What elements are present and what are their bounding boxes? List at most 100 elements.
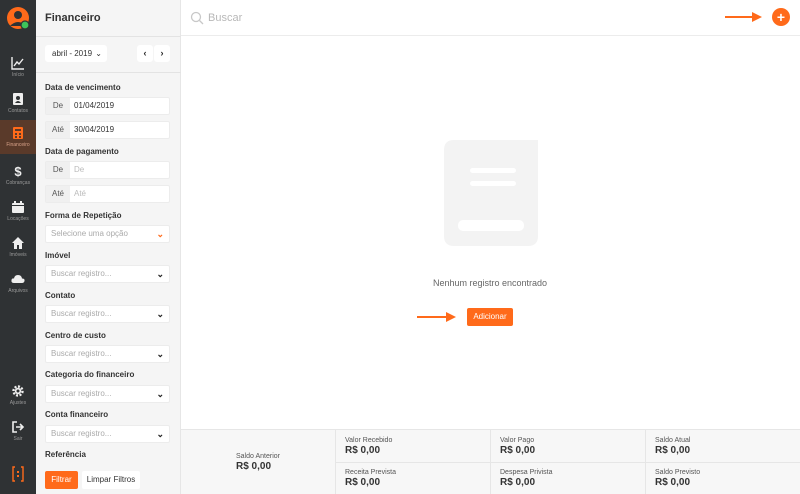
- to-prefix: Até: [46, 122, 70, 138]
- summary-label: Valor Recebido: [345, 437, 393, 444]
- chevron-down-icon: ⌄: [156, 349, 164, 359]
- chevron-down-icon: ⌄: [95, 49, 102, 58]
- app-logo-icon[interactable]: [6, 6, 30, 30]
- calculator-icon: [13, 127, 23, 139]
- dollar-icon: $: [14, 164, 22, 178]
- empty-message: Nenhum registro encontrado: [432, 278, 548, 288]
- filter-button[interactable]: Filtrar: [45, 471, 78, 489]
- summary-value: R$ 0,00: [500, 445, 536, 456]
- icon-rail: Início Contatos Financeiro $ Cobranças L…: [0, 0, 36, 494]
- rail-label: Início: [12, 72, 24, 78]
- due-date-label: Data de vencimento: [45, 83, 121, 92]
- rail-item-arquivos[interactable]: Arquivos: [0, 266, 36, 300]
- rail-item-locacoes[interactable]: Locações: [0, 194, 36, 228]
- rail-label: Sair: [13, 436, 23, 442]
- rail-item-financeiro[interactable]: Financeiro: [0, 120, 36, 154]
- summary-expected-expense: Despesa Privista R$ 0,00: [491, 463, 645, 494]
- chevron-down-icon: ⌄: [156, 389, 164, 399]
- summary-bar: Saldo Anterior R$ 0,00 Valor Recebido R$…: [181, 429, 800, 494]
- payment-date-from-field[interactable]: De De: [45, 161, 170, 179]
- cost-center-placeholder: Buscar registro...: [51, 349, 112, 358]
- from-prefix: De: [46, 162, 70, 178]
- summary-label: Receita Prevista: [345, 469, 396, 476]
- payment-date-to-placeholder: Até: [74, 189, 87, 198]
- repetition-select[interactable]: Selecione uma opção ⌄: [45, 225, 170, 243]
- summary-paid: Valor Pago R$ 0,00: [491, 430, 645, 462]
- property-placeholder: Buscar registro...: [51, 269, 112, 278]
- account-search[interactable]: Buscar registro... ⌄: [45, 425, 170, 443]
- category-placeholder: Buscar registro...: [51, 389, 112, 398]
- logout-icon: [12, 421, 25, 433]
- brackets-icon[interactable]: [11, 466, 25, 482]
- rail-item-imoveis[interactable]: Imóveis: [0, 230, 36, 264]
- summary-label: Saldo Atual: [655, 437, 691, 444]
- search-icon: [190, 11, 204, 25]
- chevron-down-icon: ⌄: [156, 309, 164, 319]
- clear-filters-button[interactable]: Limpar Filtros: [82, 471, 140, 489]
- payment-date-from-placeholder: De: [74, 165, 85, 174]
- contact-search[interactable]: Buscar registro... ⌄: [45, 305, 170, 323]
- search-input[interactable]: [208, 9, 508, 27]
- due-date-from-value: 01/04/2019: [74, 101, 115, 110]
- chevron-down-icon: ⌄: [156, 429, 164, 439]
- summary-label: Valor Pago: [500, 437, 535, 444]
- chevron-down-icon: ⌄: [156, 269, 164, 279]
- due-date-from-field[interactable]: De 01/04/2019: [45, 97, 170, 115]
- cost-center-search[interactable]: Buscar registro... ⌄: [45, 345, 170, 363]
- cost-center-label: Centro de custo: [45, 331, 106, 340]
- contact-icon: [13, 93, 23, 105]
- rail-label: Contatos: [7, 108, 28, 114]
- top-bar: +: [181, 0, 800, 36]
- summary-value: R$ 0,00: [500, 477, 536, 488]
- category-search[interactable]: Buscar registro... ⌄: [45, 385, 170, 403]
- prev-month-button[interactable]: ‹: [137, 45, 153, 62]
- rail-item-contatos[interactable]: Contatos: [0, 86, 36, 120]
- summary-label: Saldo Previsto: [655, 469, 701, 476]
- month-selector[interactable]: abril - 2019 ⌄: [45, 45, 107, 62]
- next-month-button[interactable]: ›: [154, 45, 170, 62]
- add-button[interactable]: Adicionar: [467, 308, 513, 326]
- svg-text:$: $: [14, 164, 22, 178]
- from-prefix: De: [46, 98, 70, 114]
- summary-value: R$ 0,00: [655, 477, 691, 488]
- filter-panel: Financeiro abril - 2019 ⌄ ‹ › Data de ve…: [36, 0, 181, 494]
- summary-value: R$ 0,00: [345, 445, 381, 456]
- chart-icon: [11, 57, 24, 70]
- summary-value: R$ 0,00: [655, 445, 691, 456]
- month-value: abril - 2019: [52, 49, 93, 58]
- rail-item-sair[interactable]: Sair: [0, 414, 36, 448]
- account-placeholder: Buscar registro...: [51, 429, 112, 438]
- rail-item-cobrancas[interactable]: $ Cobranças: [0, 158, 36, 192]
- due-date-to-field[interactable]: Até 30/04/2019: [45, 121, 170, 139]
- rail-item-ajustes[interactable]: Ajustes: [0, 378, 36, 412]
- rail-label: Financeiro: [6, 142, 30, 148]
- repetition-placeholder: Selecione uma opção: [51, 229, 128, 238]
- summary-expected-balance: Saldo Previsto R$ 0,00: [646, 463, 800, 494]
- repetition-label: Forma de Repetição: [45, 211, 122, 220]
- contact-label: Contato: [45, 291, 76, 300]
- calendar-icon: [12, 201, 24, 213]
- property-label: Imóvel: [45, 251, 71, 260]
- gear-icon: [12, 385, 24, 397]
- empty-document-icon: [444, 140, 538, 246]
- payment-date-label: Data de pagamento: [45, 147, 119, 156]
- rail-label: Arquivos: [8, 288, 28, 294]
- payment-date-to-field[interactable]: Até Até: [45, 185, 170, 203]
- summary-value: R$ 0,00: [236, 461, 272, 472]
- chevron-right-icon: ›: [160, 48, 164, 58]
- page-title: Financeiro: [45, 12, 101, 24]
- reference-label: Referência: [45, 450, 86, 459]
- rail-item-inicio[interactable]: Início: [0, 50, 36, 84]
- contact-placeholder: Buscar registro...: [51, 309, 112, 318]
- plus-icon: +: [776, 9, 786, 25]
- chevron-left-icon: ‹: [143, 48, 147, 58]
- add-record-button[interactable]: +: [772, 8, 790, 26]
- arrow-right-icon: [417, 312, 456, 322]
- summary-received: Valor Recebido R$ 0,00: [336, 430, 490, 462]
- divider: [36, 72, 181, 73]
- property-search[interactable]: Buscar registro... ⌄: [45, 265, 170, 283]
- arrow-right-icon: [725, 12, 762, 22]
- category-label: Categoria do financeiro: [45, 370, 135, 379]
- summary-previous-balance: Saldo Anterior R$ 0,00: [181, 430, 335, 494]
- home-icon: [12, 237, 24, 249]
